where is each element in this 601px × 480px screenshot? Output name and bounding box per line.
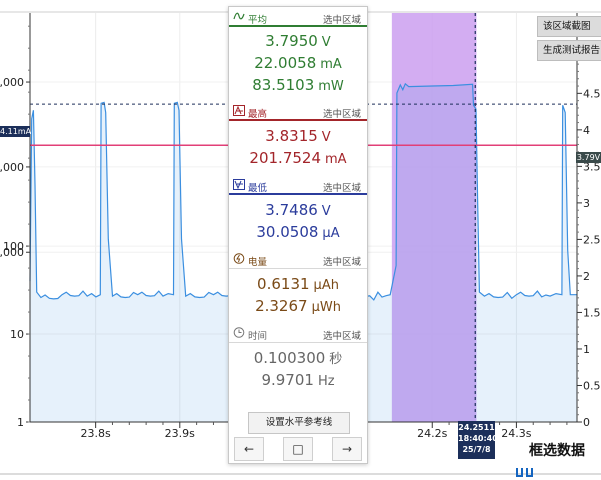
average-divider [229, 25, 367, 27]
x-tick-label: 24.2s [417, 427, 447, 440]
right-tick-label: 0 [583, 416, 590, 429]
min-voltage: 3.7486 V [265, 201, 331, 219]
cursor-time: 24.2511 [458, 423, 495, 432]
screenshot-region-button[interactable]: 该区域截图 [537, 16, 601, 37]
min-scope[interactable]: 选中区域 [323, 180, 361, 194]
right-tick-label: 0.5 [583, 379, 601, 392]
min-title: 最低 [248, 183, 268, 194]
cursor-clock: 18:40:40 [458, 434, 498, 443]
stats-panel: 平均 选中区域 3.7950 V 22.0058 mA 83.5103 mW 最高 选… [228, 6, 368, 464]
x-tick-label: 24.3s [501, 427, 531, 440]
time-scope[interactable]: 选中区域 [323, 328, 361, 342]
right-tick-label: 2 [583, 270, 590, 283]
frame-select-icon[interactable] [514, 468, 536, 478]
right-tick-label: 4 [583, 124, 590, 137]
average-title: 平均 [248, 15, 268, 26]
max-current: 201.7524 mA [249, 149, 347, 167]
cursor-readout: 24.2511 18:40:40 25/7/8 [458, 421, 498, 459]
time-title: 时间 [248, 331, 268, 342]
right-tick-label: 3 [583, 197, 590, 210]
left-ticks: ,000,000,000100101 [0, 25, 30, 429]
prev-button[interactable]: ← [234, 437, 264, 461]
reset-view-button[interactable]: □ [283, 437, 313, 461]
max-divider [229, 119, 367, 121]
min-divider [229, 193, 367, 195]
left-tick-label: 10 [10, 328, 24, 341]
time-duration: 0.100300 秒 [253, 349, 343, 367]
min-icon [233, 179, 245, 190]
x-tick-label: 23.8s [81, 427, 111, 440]
set-reference-line-button[interactable]: 设置水平参考线 [248, 412, 350, 434]
max-title: 最高 [248, 109, 268, 120]
time-divider [229, 342, 367, 343]
min-current: 30.0508 µA [256, 223, 340, 241]
max-voltage: 3.8315 V [265, 127, 331, 145]
left-tick-label: ,000 [0, 76, 24, 89]
charge-divider [229, 268, 367, 269]
time-frequency: 9.9701 Hz [261, 371, 335, 389]
right-tick-label: 1 [583, 343, 590, 356]
left-tick-label: 100 [3, 240, 24, 253]
next-button[interactable]: → [332, 437, 362, 461]
avg-current: 22.0058 mA [254, 54, 342, 72]
frame-select-label: 框选数据 [529, 443, 585, 459]
charge-icon [233, 253, 245, 264]
left-tick-label: 1 [17, 416, 24, 429]
time-header: 时间 选中区域 [229, 323, 367, 343]
right-tick-label: 1.5 [583, 306, 601, 319]
max-scope[interactable]: 选中区域 [323, 106, 361, 120]
right-ticks: 5.554.543.532.521.510.50 [577, 14, 601, 429]
generate-report-button[interactable]: 生成测试报告 [537, 40, 601, 61]
right-tick-label: 4.5 [583, 87, 601, 100]
max-header: 最高 选中区域 [229, 101, 367, 121]
charge-scope[interactable]: 选中区域 [323, 254, 361, 268]
max-icon [233, 105, 245, 116]
min-header: 最低 选中区域 [229, 175, 367, 195]
cursor-date: 25/7/8 [462, 445, 491, 454]
charge-header: 电量 选中区域 [229, 249, 367, 269]
average-scope[interactable]: 选中区域 [323, 12, 361, 26]
charge-energy: 2.3267 µWh [255, 297, 341, 315]
level-tag: 4.11mA [0, 126, 32, 137]
avg-voltage: 3.7950 V [265, 32, 331, 50]
avg-power: 83.5103 mW [252, 76, 344, 94]
left-tick-label: ,000 [0, 161, 24, 174]
wave-icon [233, 12, 245, 20]
average-header: 平均 选中区域 [229, 7, 367, 27]
right-tick-label: 2.5 [583, 233, 601, 246]
charge-current: 0.6131 µAh [257, 275, 339, 293]
voltage-tag: 3.79V [576, 152, 601, 163]
x-tick-label: 23.9s [165, 427, 195, 440]
clock-icon [233, 327, 245, 338]
charge-title: 电量 [248, 257, 268, 268]
